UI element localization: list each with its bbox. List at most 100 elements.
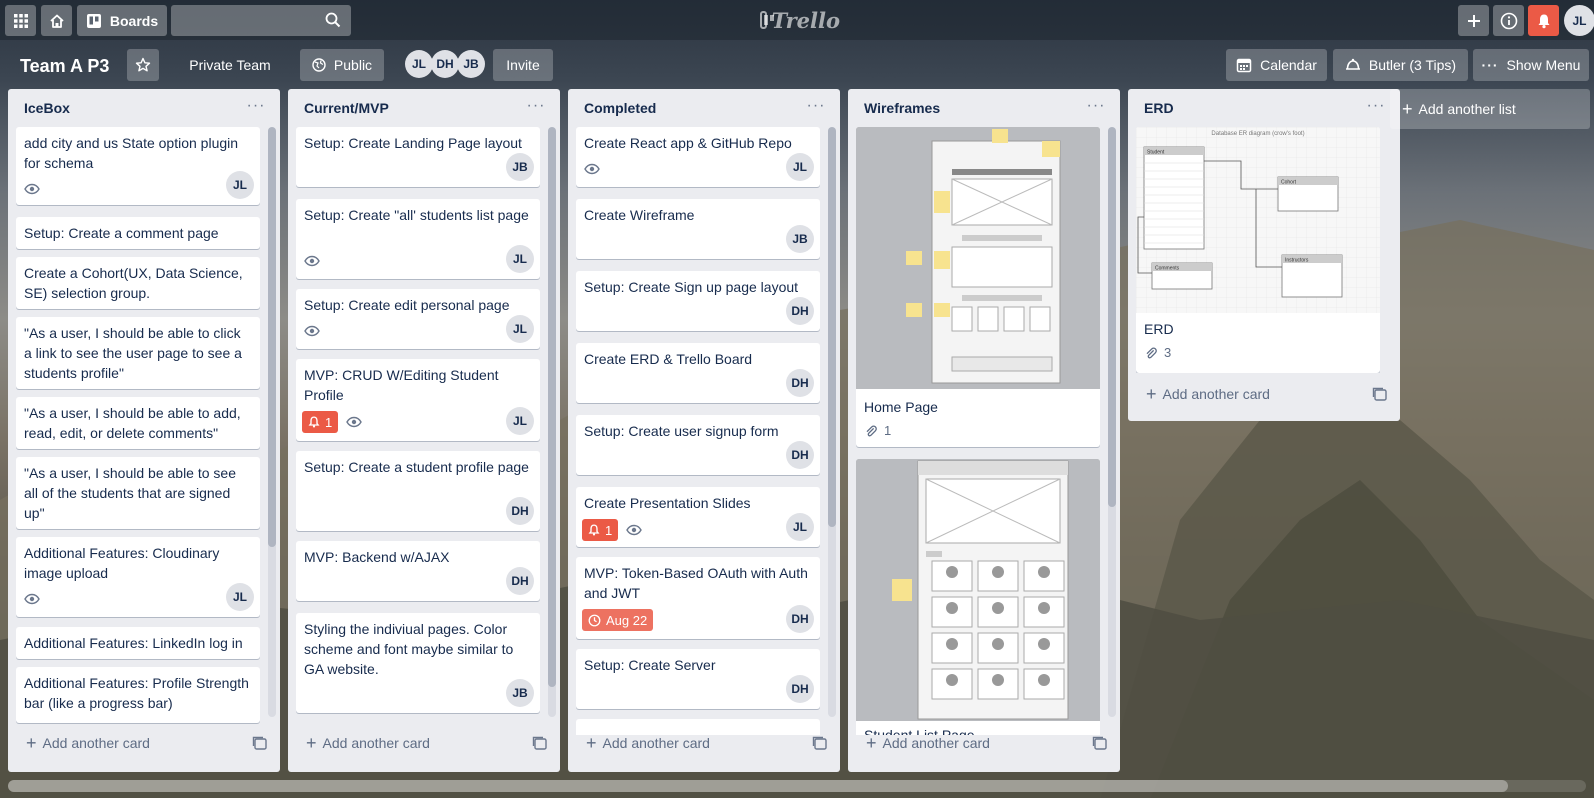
card-member-avatar[interactable]: JB — [786, 225, 814, 253]
member-avatar-jl[interactable]: JL — [405, 50, 433, 78]
calendar-button[interactable]: Calendar — [1226, 49, 1327, 81]
list-scrollbar[interactable] — [548, 127, 556, 717]
trello-logo[interactable]: Trello — [760, 8, 840, 33]
search-icon[interactable] — [325, 12, 341, 28]
invite-button[interactable]: Invite — [493, 49, 553, 81]
card[interactable]: "As a user, I should be able to click a … — [16, 317, 260, 389]
card-member-avatar[interactable]: DH — [786, 675, 814, 703]
card-member-avatar[interactable]: DH — [506, 567, 534, 595]
card[interactable]: "As a user, I should be able to see all … — [16, 457, 260, 529]
card-member-avatar[interactable]: JL — [226, 171, 254, 199]
notifications-button[interactable] — [1528, 5, 1559, 36]
card[interactable]: Setup: Create Sign up page layout DH — [576, 271, 820, 331]
card-template-icon[interactable] — [252, 735, 268, 751]
card-template-icon[interactable] — [532, 735, 548, 751]
card[interactable]: Create Presentation Slides 1 JL — [576, 487, 820, 547]
card[interactable]: Create Wireframe JB — [576, 199, 820, 259]
add-card-button[interactable]: + Add another card — [16, 729, 232, 757]
list-title[interactable]: Completed — [584, 100, 656, 116]
card-member-avatar[interactable]: DH — [506, 497, 534, 525]
card[interactable]: Setup: Create a comment page — [16, 217, 260, 249]
list-scrollbar[interactable] — [828, 127, 836, 717]
list-menu-icon[interactable]: ··· — [524, 95, 548, 119]
card-template-icon[interactable] — [1372, 386, 1388, 402]
card-member-avatar[interactable]: JL — [506, 315, 534, 343]
card-member-avatar[interactable]: JL — [226, 583, 254, 611]
card[interactable]: Create ERD & Trello Board DH — [576, 343, 820, 403]
butler-button[interactable]: Butler (3 Tips) — [1333, 49, 1468, 81]
list-scrollbar-thumb[interactable] — [828, 127, 836, 527]
card[interactable]: Home Page 1 — [856, 127, 1100, 447]
due-date-badge[interactable]: Aug 22 — [582, 609, 654, 631]
list-scrollbar[interactable] — [268, 127, 276, 717]
card[interactable]: Styling the indiviual pages. Color schem… — [296, 613, 540, 713]
info-button[interactable] — [1493, 5, 1524, 36]
card[interactable]: Setup: Create user signup form DH — [576, 415, 820, 475]
card-member-avatar[interactable]: DH — [786, 369, 814, 397]
card[interactable]: Student List Page — [856, 459, 1100, 735]
card-member-avatar[interactable]: JB — [506, 153, 534, 181]
card[interactable]: Setup: Create a student profile page DH — [296, 451, 540, 531]
home-button[interactable] — [41, 5, 72, 36]
card-member-avatar[interactable]: JL — [506, 245, 534, 273]
add-card-label: Add another card — [322, 735, 430, 751]
card-template-icon[interactable] — [812, 735, 828, 751]
star-button[interactable] — [127, 49, 159, 81]
show-menu-button[interactable]: ··· Show Menu — [1473, 49, 1589, 81]
card-member-avatar[interactable]: DH — [786, 605, 814, 633]
card-member-avatar[interactable]: DH — [786, 297, 814, 325]
list-title[interactable]: IceBox — [24, 100, 70, 116]
card-template-icon[interactable] — [1092, 735, 1108, 751]
card-member-avatar[interactable]: DH — [786, 441, 814, 469]
card[interactable]: add city and us State option plugin for … — [16, 127, 260, 205]
board-scrollbar-thumb[interactable] — [8, 780, 1508, 792]
card[interactable]: Setup: Create Landing Page layout JB — [296, 127, 540, 187]
card-member-avatar[interactable]: JL — [786, 513, 814, 541]
card[interactable]: Create a Cohort(UX, Data Science, SE) se… — [16, 257, 260, 309]
card[interactable]: Additional Features: LinkedIn log in — [16, 627, 260, 659]
card-member-avatar[interactable]: JL — [506, 407, 534, 435]
list-menu-icon[interactable]: ··· — [1084, 95, 1108, 119]
boards-button[interactable]: Boards — [77, 5, 167, 36]
card-member-avatar[interactable]: JB — [506, 679, 534, 707]
user-avatar[interactable]: JL — [1564, 5, 1594, 36]
card[interactable]: Setup: Create Server DH — [576, 649, 820, 709]
team-button[interactable]: Private Team — [175, 49, 285, 81]
board-title[interactable]: Team A P3 — [12, 50, 117, 82]
list-title[interactable]: Current/MVP — [304, 100, 389, 116]
card[interactable]: Database ER diagram (crow's foot) Studen… — [1136, 127, 1380, 373]
card[interactable]: Additional Features: Cloudinary image up… — [16, 537, 260, 617]
add-list-button[interactable]: + Add another list — [1390, 89, 1590, 129]
list-title[interactable]: ERD — [1144, 100, 1174, 116]
card[interactable]: Create React app & GitHub Repo JL — [576, 127, 820, 187]
visibility-button[interactable]: Public — [300, 49, 384, 81]
card[interactable]: Setup: Create edit personal page JL — [296, 289, 540, 349]
card[interactable]: MVP: Backend w/AJAX DH — [296, 541, 540, 601]
card[interactable]: Additional Features: Profile Strength ba… — [16, 667, 260, 723]
create-button[interactable] — [1458, 5, 1489, 36]
card[interactable]: "As a user, I should be able to add, rea… — [16, 397, 260, 449]
search-input[interactable] — [171, 5, 351, 36]
member-avatar-dh[interactable]: DH — [431, 50, 459, 78]
list-menu-icon[interactable]: ··· — [804, 95, 828, 119]
list-title[interactable]: Wireframes — [864, 100, 940, 116]
card-title: Additional Features: Profile Strength ba… — [24, 675, 249, 711]
list-header: Wireframes ··· — [848, 89, 1120, 127]
list-scrollbar-thumb[interactable] — [1108, 127, 1116, 507]
list-scrollbar-thumb[interactable] — [548, 127, 556, 687]
list-scrollbar-thumb[interactable] — [268, 127, 276, 547]
list-scrollbar[interactable] — [1108, 127, 1116, 717]
card[interactable]: Setup: Create "all' students list page J… — [296, 199, 540, 279]
card-member-avatar[interactable]: JL — [786, 153, 814, 181]
add-card-button[interactable]: + Add another card — [856, 729, 1072, 757]
member-avatar-jb[interactable]: JB — [457, 50, 485, 78]
list-menu-icon[interactable]: ··· — [244, 95, 268, 119]
add-card-button[interactable]: + Add another card — [576, 729, 792, 757]
card[interactable]: MVP: CRUD W/Editing Student Profile 1 JL — [296, 359, 540, 441]
list-menu-icon[interactable]: ··· — [1364, 95, 1388, 119]
card[interactable]: MVP: Token-Based OAuth with Auth and JWT… — [576, 557, 820, 639]
add-card-button[interactable]: + Add another card — [1136, 380, 1352, 408]
add-card-button[interactable]: + Add another card — [296, 729, 512, 757]
apps-button[interactable] — [5, 5, 36, 36]
board-horizontal-scrollbar[interactable] — [8, 780, 1586, 792]
